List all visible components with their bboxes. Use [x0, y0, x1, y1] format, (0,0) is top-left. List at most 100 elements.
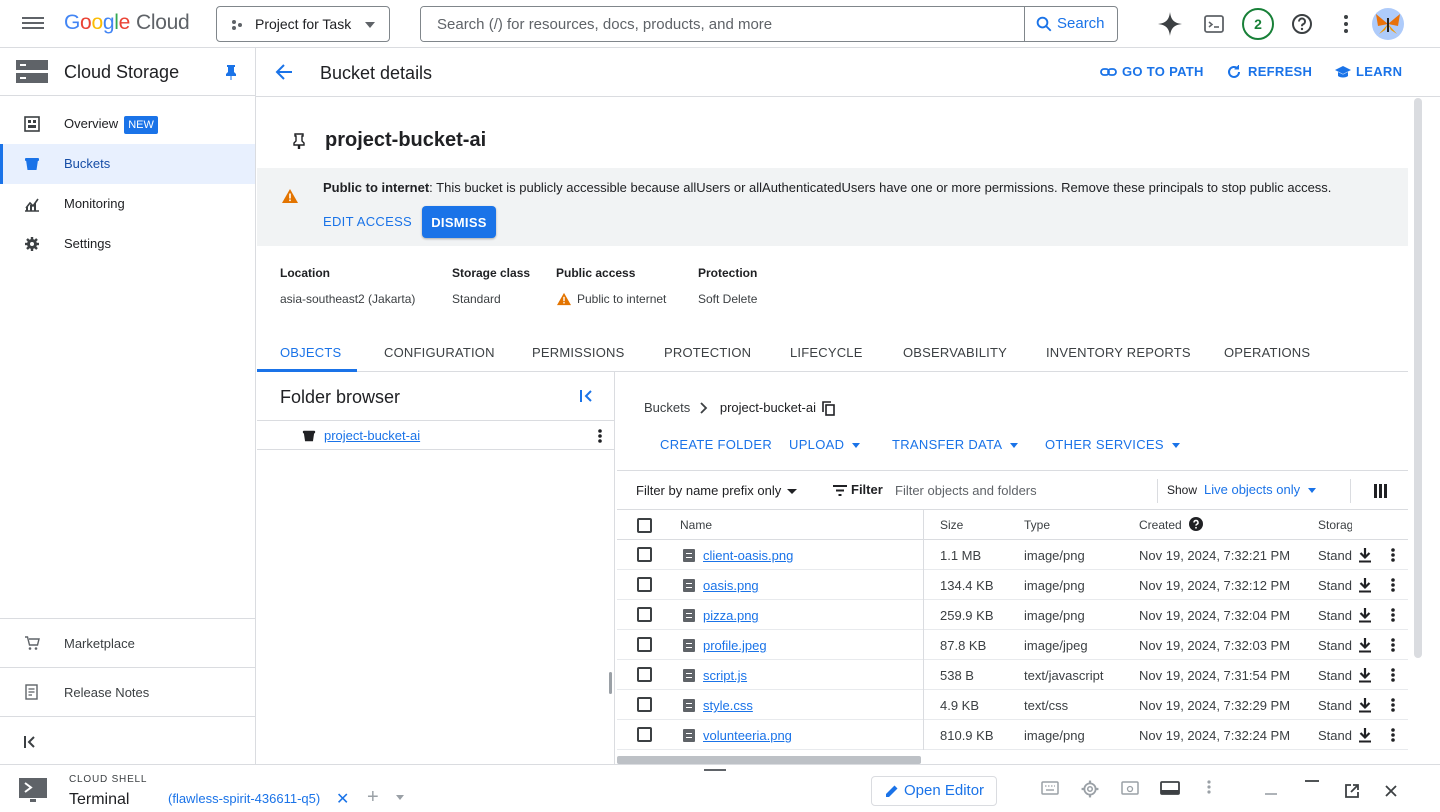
- refresh-button[interactable]: REFRESH: [1226, 64, 1312, 79]
- column-size[interactable]: Size: [940, 518, 963, 532]
- help-icon[interactable]: [1288, 10, 1316, 38]
- table-horizontal-scrollbar[interactable]: [617, 756, 921, 764]
- google-cloud-logo[interactable]: Google Cloud: [64, 11, 190, 35]
- sidebar-item-monitoring[interactable]: Monitoring: [0, 184, 255, 224]
- search-button[interactable]: Search: [1024, 7, 1117, 41]
- tab-inventory-reports[interactable]: INVENTORY REPORTS: [1046, 345, 1191, 360]
- tab-operations[interactable]: OPERATIONS: [1224, 345, 1310, 360]
- object-name-link[interactable]: profile.jpeg: [703, 638, 767, 653]
- more-vert-icon[interactable]: [1390, 697, 1396, 713]
- table-row[interactable]: volunteeria.png 810.9 KB image/png Nov 19, …: [617, 720, 1408, 750]
- row-checkbox[interactable]: [637, 607, 652, 622]
- pin-icon[interactable]: [224, 64, 238, 80]
- more-vert-icon[interactable]: [1390, 727, 1396, 743]
- object-name-link[interactable]: style.css: [703, 698, 753, 713]
- back-arrow-icon[interactable]: [274, 62, 294, 82]
- row-checkbox[interactable]: [637, 727, 652, 742]
- notifications-badge[interactable]: 2: [1242, 8, 1274, 40]
- sidebar-item-settings[interactable]: Settings: [0, 224, 255, 264]
- tab-permissions[interactable]: PERMISSIONS: [532, 345, 625, 360]
- row-checkbox[interactable]: [637, 697, 652, 712]
- folder-tree-item[interactable]: project-bucket-ai: [257, 420, 615, 450]
- transfer-data-button[interactable]: TRANSFER DATA: [892, 437, 1019, 452]
- tab-objects[interactable]: OBJECTS: [280, 345, 341, 360]
- close-icon[interactable]: [1384, 784, 1398, 798]
- sidebar-item-overview[interactable]: Overview NEW: [0, 104, 255, 144]
- download-icon[interactable]: [1358, 727, 1372, 743]
- close-tab-icon[interactable]: ✕: [336, 789, 349, 809]
- download-icon[interactable]: [1358, 607, 1372, 623]
- more-vert-icon[interactable]: [1390, 607, 1396, 623]
- row-checkbox[interactable]: [637, 577, 652, 592]
- project-selector[interactable]: Project for Task: [216, 6, 390, 42]
- breadcrumb-buckets[interactable]: Buckets: [644, 400, 690, 415]
- column-storage[interactable]: Storag: [1318, 518, 1352, 532]
- download-icon[interactable]: [1358, 637, 1372, 653]
- filter-prefix-select[interactable]: Filter by name prefix only: [636, 483, 798, 498]
- filter-input[interactable]: [895, 477, 1153, 503]
- row-checkbox[interactable]: [637, 547, 652, 562]
- object-name-link[interactable]: client-oasis.png: [703, 548, 793, 563]
- avatar[interactable]: [1372, 8, 1404, 40]
- more-vert-icon[interactable]: [1332, 10, 1360, 38]
- tab-observability[interactable]: OBSERVABILITY: [903, 345, 1007, 360]
- gemini-sparkle-icon[interactable]: [1156, 10, 1184, 38]
- table-row[interactable]: oasis.png 134.4 KB image/png Nov 19, 2024, …: [617, 570, 1408, 600]
- row-checkbox[interactable]: [637, 637, 652, 652]
- terminal-layout-icon[interactable]: [1160, 781, 1180, 795]
- table-row[interactable]: pizza.png 259.9 KB image/png Nov 19, 2024, …: [617, 600, 1408, 630]
- open-editor-button[interactable]: Open Editor: [871, 776, 997, 806]
- upload-button[interactable]: UPLOAD: [789, 437, 861, 452]
- row-checkbox[interactable]: [637, 667, 652, 682]
- sidebar-item-release-notes[interactable]: Release Notes: [0, 667, 256, 716]
- more-vert-icon[interactable]: [1390, 577, 1396, 593]
- folder-tree-label[interactable]: project-bucket-ai: [324, 428, 420, 443]
- download-icon[interactable]: [1358, 697, 1372, 713]
- collapse-nav-icon[interactable]: [24, 735, 38, 751]
- restore-icon[interactable]: [1304, 779, 1320, 785]
- tab-lifecycle[interactable]: LIFECYCLE: [790, 345, 863, 360]
- more-vert-icon[interactable]: [597, 428, 603, 444]
- help-icon[interactable]: [1189, 517, 1203, 531]
- table-row[interactable]: script.js 538 B text/javascript Nov 19, 202…: [617, 660, 1408, 690]
- download-icon[interactable]: [1358, 667, 1372, 683]
- copy-icon[interactable]: [822, 401, 835, 416]
- minimize-icon[interactable]: [1264, 789, 1278, 795]
- download-icon[interactable]: [1358, 547, 1372, 563]
- more-vert-icon[interactable]: [1390, 667, 1396, 683]
- object-name-link[interactable]: pizza.png: [703, 608, 759, 623]
- terminal-tab[interactable]: (flawless-spirit-436611-q5): [168, 791, 320, 806]
- search-input[interactable]: [421, 7, 1025, 41]
- main-menu-icon[interactable]: [22, 14, 44, 34]
- column-type[interactable]: Type: [1024, 518, 1050, 532]
- bucket-pin-icon[interactable]: [292, 133, 306, 149]
- learn-button[interactable]: LEARN: [1334, 64, 1402, 79]
- chevron-down-icon[interactable]: [396, 795, 404, 800]
- other-services-button[interactable]: OTHER SERVICES: [1045, 437, 1180, 452]
- download-icon[interactable]: [1358, 577, 1372, 593]
- web-preview-icon[interactable]: [1121, 781, 1139, 795]
- sidebar-item-marketplace[interactable]: Marketplace: [0, 618, 256, 667]
- resize-grip[interactable]: [704, 769, 726, 771]
- more-vert-icon[interactable]: [1206, 779, 1212, 795]
- collapse-panel-icon[interactable]: [579, 388, 595, 404]
- edit-access-button[interactable]: EDIT ACCESS: [323, 214, 412, 229]
- object-name-link[interactable]: oasis.png: [703, 578, 759, 593]
- more-vert-icon[interactable]: [1390, 637, 1396, 653]
- page-scrollbar[interactable]: [1414, 98, 1422, 658]
- open-new-window-icon[interactable]: [1344, 783, 1360, 799]
- tab-protection[interactable]: PROTECTION: [664, 345, 751, 360]
- column-divider[interactable]: [923, 510, 924, 540]
- dismiss-button[interactable]: DISMISS: [422, 206, 496, 238]
- show-objects-select[interactable]: Live objects only: [1204, 482, 1317, 497]
- select-all-checkbox[interactable]: [637, 518, 652, 533]
- gear-icon[interactable]: [1081, 780, 1099, 798]
- column-created[interactable]: Created: [1139, 517, 1203, 532]
- object-name-link[interactable]: volunteeria.png: [703, 728, 792, 743]
- create-folder-button[interactable]: CREATE FOLDER: [660, 437, 772, 452]
- add-tab-icon[interactable]: +: [367, 786, 379, 809]
- table-row[interactable]: style.css 4.9 KB text/css Nov 19, 2024, 7:3…: [617, 690, 1408, 720]
- more-vert-icon[interactable]: [1390, 547, 1396, 563]
- sidebar-item-buckets[interactable]: Buckets: [0, 144, 255, 184]
- table-row[interactable]: client-oasis.png 1.1 MB image/png Nov 19, 2…: [617, 540, 1408, 570]
